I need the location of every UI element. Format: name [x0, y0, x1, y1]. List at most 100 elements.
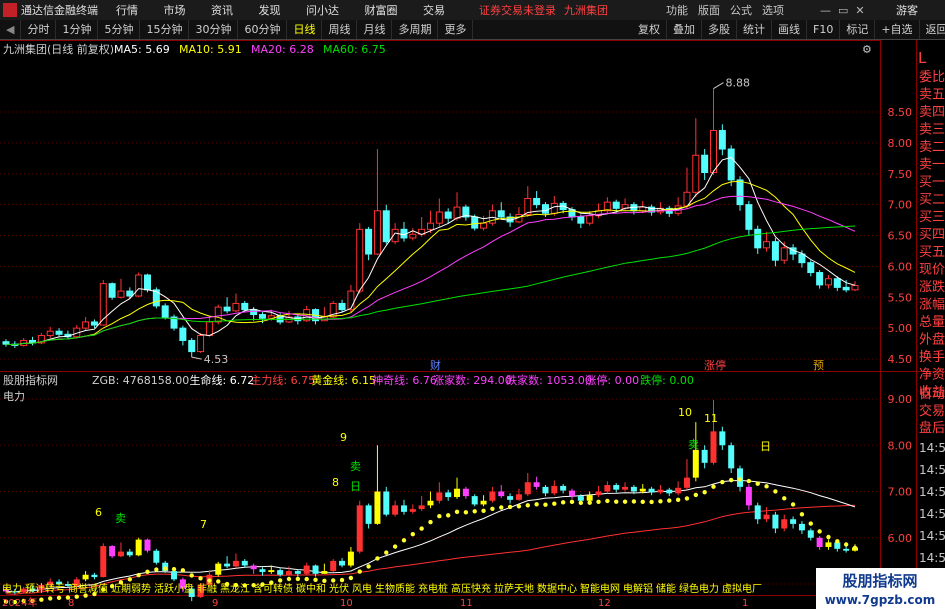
- candle-body[interactable]: [842, 286, 850, 291]
- sidebar-mode[interactable]: 交易: [919, 403, 945, 419]
- candle-body[interactable]: [444, 211, 452, 219]
- sector-tag[interactable]: 黑龙江: [220, 582, 250, 595]
- candle-body[interactable]: [135, 274, 143, 297]
- candle-body[interactable]: [427, 222, 434, 230]
- candle-body[interactable]: [435, 211, 443, 224]
- candle-body[interactable]: [117, 290, 125, 298]
- candle-body[interactable]: [55, 330, 63, 335]
- menu-discover[interactable]: 发现: [259, 4, 281, 17]
- stats-button[interactable]: 统计: [737, 20, 772, 39]
- multi-stock-button[interactable]: 多股: [702, 20, 737, 39]
- candle-body[interactable]: [223, 306, 231, 312]
- candle-body[interactable]: [365, 228, 373, 255]
- candle-body[interactable]: [258, 314, 266, 319]
- event-marker[interactable]: 财: [430, 358, 441, 372]
- candle-body[interactable]: [108, 283, 116, 298]
- period-30min[interactable]: 30分钟: [189, 20, 239, 39]
- candle-body[interactable]: [780, 247, 788, 261]
- candle-body[interactable]: [338, 302, 346, 311]
- candle-body[interactable]: [550, 202, 558, 214]
- candle-body[interactable]: [250, 309, 258, 316]
- candle-body[interactable]: [382, 210, 390, 243]
- sector-tag[interactable]: 虚拟电厂: [722, 582, 762, 595]
- candle-body[interactable]: [188, 339, 196, 353]
- menu-layout[interactable]: 版面: [698, 2, 720, 18]
- candle-body[interactable]: [409, 233, 417, 239]
- candle-body[interactable]: [497, 210, 505, 218]
- sector-tag[interactable]: 近期弱势: [111, 582, 151, 595]
- candle-body[interactable]: [727, 148, 735, 181]
- candle-body[interactable]: [480, 222, 488, 229]
- candle-body[interactable]: [807, 262, 815, 274]
- candle-body[interactable]: [586, 215, 594, 224]
- kline-chart[interactable]: 九洲集团(日线 前复权) MA5: 5.69 MA10: 5.91 MA20: 6.…: [0, 40, 945, 609]
- window-controls-icon[interactable]: — ▭ ✕: [820, 4, 865, 17]
- candle-body[interactable]: [161, 305, 169, 318]
- sector-tag[interactable]: 数据中心: [537, 582, 577, 595]
- sector-tag[interactable]: 商誉减值: [68, 582, 108, 595]
- add-watchlist-button[interactable]: +自选: [875, 20, 920, 39]
- candle-body[interactable]: [718, 130, 726, 150]
- candle-body[interactable]: [144, 274, 151, 291]
- candle-body[interactable]: [763, 241, 771, 249]
- candle-body[interactable]: [692, 154, 700, 193]
- f10-button[interactable]: F10: [807, 20, 841, 39]
- candle-body[interactable]: [745, 204, 753, 230]
- sector-tag[interactable]: 电力: [2, 582, 22, 595]
- period-more[interactable]: 更多: [438, 20, 474, 39]
- login-notice[interactable]: 证券交易未登录: [479, 2, 556, 18]
- candle-body[interactable]: [347, 290, 355, 311]
- candle-body[interactable]: [816, 272, 824, 286]
- sector-tag[interactable]: 智能电网: [580, 582, 620, 595]
- sector-tag[interactable]: 储能: [656, 582, 676, 595]
- menu-formula[interactable]: 公式: [730, 2, 752, 18]
- period-daily[interactable]: 日线: [287, 20, 323, 39]
- candle-body[interactable]: [90, 321, 98, 326]
- sidebar-mode[interactable]: 盘后: [919, 420, 945, 436]
- sector-tag[interactable]: 非融: [197, 583, 217, 595]
- candle-body[interactable]: [533, 197, 541, 206]
- menu-quotes[interactable]: 行情: [116, 4, 138, 17]
- nav-back-icon[interactable]: ◀: [0, 20, 22, 39]
- candle-body[interactable]: [453, 206, 461, 219]
- candle-body[interactable]: [710, 130, 717, 174]
- candle-body[interactable]: [179, 327, 187, 341]
- candle-body[interactable]: [541, 204, 549, 214]
- candle-body[interactable]: [612, 201, 620, 209]
- candle-body[interactable]: [639, 206, 647, 212]
- event-marker[interactable]: 涨停: [704, 358, 726, 372]
- candle-body[interactable]: [736, 179, 744, 206]
- period-15min[interactable]: 15分钟: [140, 20, 190, 39]
- candle-body[interactable]: [824, 278, 832, 286]
- period-multi[interactable]: 多周期: [392, 20, 439, 39]
- sector-tag[interactable]: 充电桩: [418, 582, 448, 595]
- sector-tag[interactable]: 光伏: [329, 582, 349, 595]
- menu-news[interactable]: 资讯: [211, 4, 233, 17]
- overlay-button[interactable]: 叠加: [667, 20, 702, 39]
- candle-body[interactable]: [577, 216, 585, 224]
- menu-market[interactable]: 市场: [164, 4, 186, 17]
- panel-settings-icon[interactable]: ⚙: [862, 43, 872, 56]
- period-timeshare[interactable]: 分时: [21, 20, 57, 39]
- candle-body[interactable]: [833, 278, 841, 288]
- candle-body[interactable]: [771, 241, 779, 261]
- menu-wealth[interactable]: 财富圈: [365, 4, 398, 17]
- period-monthly[interactable]: 月线: [357, 20, 393, 39]
- sector-tag[interactable]: 含可转债: [253, 582, 293, 595]
- candle-body[interactable]: [2, 341, 10, 345]
- candle-body[interactable]: [46, 330, 54, 337]
- sector-tag[interactable]: 预计转亏: [25, 582, 65, 595]
- candle-body[interactable]: [214, 306, 222, 323]
- candle-body[interactable]: [754, 228, 762, 249]
- draw-button[interactable]: 画线: [772, 20, 807, 39]
- period-5min[interactable]: 5分钟: [98, 20, 141, 39]
- candle-body[interactable]: [205, 321, 213, 337]
- sector-tag[interactable]: 生物质能: [375, 582, 415, 595]
- sector-tag[interactable]: 拉萨天地: [494, 582, 534, 595]
- candle-body[interactable]: [197, 335, 205, 353]
- period-1min[interactable]: 1分钟: [56, 20, 99, 39]
- menu-ask[interactable]: 问小达: [306, 4, 339, 17]
- candle-body[interactable]: [126, 290, 134, 297]
- return-button[interactable]: 返回: [920, 20, 945, 39]
- period-60min[interactable]: 60分钟: [238, 20, 288, 39]
